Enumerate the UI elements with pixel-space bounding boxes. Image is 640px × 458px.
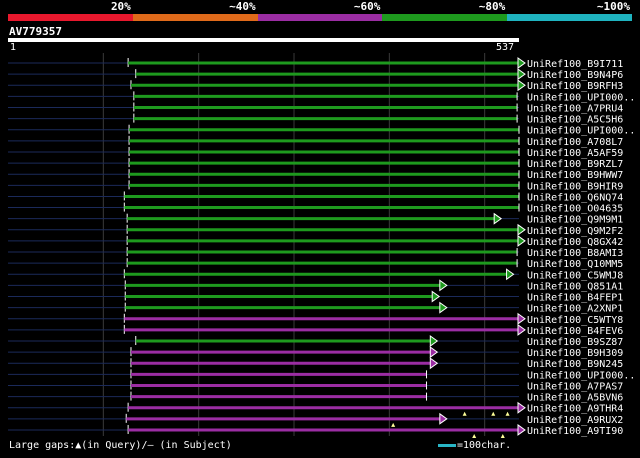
hit-label[interactable]: UniRef100_B9N4P6 (527, 70, 623, 81)
hit-arrow (429, 357, 439, 370)
hit-label[interactable]: UniRef100_Q6NQ74 (527, 192, 623, 203)
hit-label[interactable]: UniRef100_A5AF59 (527, 148, 623, 159)
hit-label[interactable]: UniRef100_Q9M9M1 (527, 215, 623, 226)
hit-label[interactable]: UniRef100_B4FEP1 (527, 293, 623, 304)
gap-marker (505, 411, 510, 416)
hit-arrow (517, 57, 526, 69)
hit-label[interactable]: UniRef100_B9RZL7 (527, 159, 623, 170)
hit-arrow (517, 323, 526, 336)
hit-label[interactable]: UniRef100_A708L7 (527, 137, 623, 148)
hit-arrow (517, 401, 526, 414)
hit-label[interactable]: UniRef100_C5WMJ8 (527, 270, 623, 281)
hit-label[interactable]: UniRef100_B9SZ87 (527, 337, 623, 348)
hit-arrow (431, 290, 441, 303)
hit-arrow (517, 312, 526, 325)
scale-label: =100char. (457, 440, 512, 451)
hit-label[interactable]: UniRef100_A5C5H6 (527, 115, 623, 126)
hit-arrow (439, 301, 448, 314)
hit-arrow (429, 335, 439, 347)
hit-label[interactable]: UniRef100_B4FEV6 (527, 326, 623, 337)
gap-legend: Large gaps:▲(in Query)/– (in Subject) (9, 440, 232, 451)
scale-bar (438, 443, 456, 447)
hit-arrow (517, 79, 526, 92)
gap-marker (500, 433, 505, 438)
hit-label[interactable]: UniRef100_A5BVN6 (527, 393, 623, 404)
hit-label[interactable]: UniRef100_A9TI90 (527, 426, 623, 437)
hit-label[interactable]: UniRef100_A7PRU4 (527, 103, 623, 114)
hit-label[interactable]: UniRef100_B9I711 (527, 59, 623, 70)
hit-label[interactable]: UniRef100_Q9M2F2 (527, 226, 623, 237)
gap-marker (491, 411, 496, 416)
hit-label[interactable]: UniRef100_B8AMI3 (527, 248, 623, 259)
hit-label[interactable]: UniRef100_B9HWW7 (527, 170, 623, 181)
hit-arrow (439, 279, 448, 292)
hit-label[interactable]: UniRef100_O04635 (527, 204, 623, 215)
gap-marker (391, 422, 396, 427)
hit-arrow (493, 212, 503, 225)
hit-arrow (506, 268, 515, 281)
hit-label[interactable]: UniRef100_Q851A1 (527, 281, 623, 292)
hit-label[interactable]: UniRef100_UPI000.. (527, 92, 635, 103)
hit-label[interactable]: UniRef100_A7PAS7 (527, 381, 623, 392)
hit-label[interactable]: UniRef100_C5WTY8 (527, 315, 623, 326)
hit-label[interactable]: UniRef100_A2XNP1 (527, 304, 623, 315)
hit-label[interactable]: UniRef100_B9RFH3 (527, 81, 623, 92)
hit-arrow (517, 68, 526, 81)
hit-arrow (517, 234, 526, 247)
hit-label[interactable]: UniRef100_A9THR4 (527, 404, 623, 415)
hit-label[interactable]: UniRef100_B9HIR9 (527, 181, 623, 192)
hit-arrow (429, 346, 439, 359)
hit-label[interactable]: UniRef100_B9N245 (527, 359, 623, 370)
alignment-graphic: UniRef100_B9I711UniRef100_B9N4P6UniRef10… (8, 53, 635, 438)
hit-label[interactable]: UniRef100_UPI000.. (527, 370, 635, 381)
hit-label[interactable]: UniRef100_B9H309 (527, 348, 623, 359)
alignment-hits: UniRef100_B9I711 UniRef100_B9N4P6 UniRef10… (0, 0, 640, 454)
hit-label[interactable]: UniRef100_A9RUX2 (527, 415, 623, 426)
hit-arrow (517, 223, 526, 236)
hit-label[interactable]: UniRef100_Q10MM5 (527, 259, 623, 270)
hit-arrow (439, 412, 448, 425)
scale-legend: =100char. (438, 440, 511, 452)
gap-marker (472, 433, 477, 438)
hit-arrow (517, 423, 526, 436)
gap-marker (462, 411, 467, 416)
hit-label[interactable]: UniRef100_UPI000.. (527, 126, 635, 137)
hit-label[interactable]: UniRef100_Q8GX42 (527, 237, 623, 248)
